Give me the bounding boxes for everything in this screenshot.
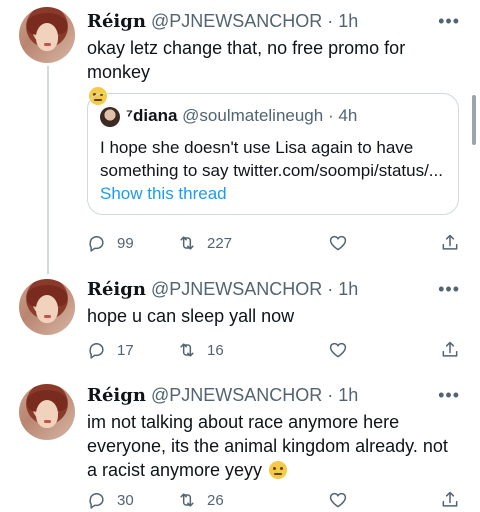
share-button[interactable]	[440, 231, 460, 255]
more-options-icon[interactable]: •••	[438, 384, 460, 406]
share-icon	[442, 341, 458, 357]
retweet-icon	[180, 236, 194, 250]
tweet-header: Réign @PJNEWSANCHOR · 1h	[87, 384, 358, 407]
reply-count: 17	[117, 341, 134, 359]
share-button[interactable]	[440, 338, 460, 362]
more-options-icon[interactable]: •••	[438, 278, 460, 300]
author-handle[interactable]: @PJNEWSANCHOR	[151, 11, 322, 31]
retweet-icon	[180, 343, 194, 357]
separator-dot: ·	[327, 106, 334, 125]
tweet-actions: 99 227	[87, 231, 467, 255]
tweet-text-content: im not talking about race anymore here e…	[87, 412, 448, 480]
more-options-icon[interactable]: •••	[438, 10, 460, 32]
avatar[interactable]	[19, 384, 75, 440]
frowning-face-icon	[269, 461, 288, 479]
thread-connector-line	[47, 66, 49, 274]
quoted-avatar	[100, 107, 120, 127]
heart-icon	[329, 342, 347, 358]
reply-count: 30	[117, 491, 134, 509]
separator-dot: ·	[327, 385, 334, 405]
scrollbar[interactable]	[472, 95, 476, 145]
reply-count: 99	[117, 234, 134, 252]
tweet-actions: 30 26	[87, 488, 467, 512]
quoted-author-handle: @soulmatelineugh	[182, 106, 324, 125]
reply-button[interactable]: 99	[87, 231, 134, 255]
avatar[interactable]	[19, 7, 75, 63]
timestamp[interactable]: 1h	[338, 279, 358, 299]
retweet-count: 26	[207, 491, 224, 509]
retweet-icon	[180, 493, 194, 507]
tweet-header: Réign @PJNEWSANCHOR · 1h	[87, 10, 358, 33]
author-handle[interactable]: @PJNEWSANCHOR	[151, 279, 322, 299]
quoted-timestamp: 4h	[338, 106, 358, 125]
tweet-text: hope u can sleep yall now	[87, 306, 295, 326]
like-button[interactable]	[328, 231, 358, 255]
timestamp[interactable]: 1h	[338, 385, 358, 405]
tweet-actions: 17 16	[87, 338, 467, 362]
reply-icon	[89, 236, 104, 252]
quoted-tweet[interactable]: ⁷diana @soulmatelineugh · 4h I hope she …	[87, 93, 459, 215]
retweet-button[interactable]: 26	[177, 488, 224, 512]
share-icon	[442, 491, 458, 507]
timestamp[interactable]: 1h	[338, 11, 358, 31]
avatar[interactable]	[19, 279, 75, 335]
quoted-header: ⁷diana @soulmatelineugh · 4h	[126, 106, 357, 126]
retweet-count: 227	[207, 234, 233, 252]
like-button[interactable]	[328, 488, 358, 512]
tweet-header: Réign @PJNEWSANCHOR · 1h	[87, 278, 358, 301]
reply-button[interactable]: 30	[87, 488, 134, 512]
tweet-text-content: okay letz change that, no free promo for…	[87, 38, 406, 82]
author-name[interactable]: Réign	[87, 11, 146, 32]
like-button[interactable]	[328, 338, 358, 362]
heart-icon	[329, 235, 347, 251]
show-thread-link[interactable]: Show this thread	[100, 184, 227, 204]
share-icon	[442, 234, 458, 250]
author-handle[interactable]: @PJNEWSANCHOR	[151, 385, 322, 405]
share-button[interactable]	[440, 488, 460, 512]
retweet-button[interactable]: 16	[177, 338, 224, 362]
reply-icon	[89, 493, 104, 509]
quoted-author-name: ⁷diana	[126, 106, 178, 125]
author-name[interactable]: Réign	[87, 385, 146, 406]
reply-button[interactable]: 17	[87, 338, 134, 362]
retweet-count: 16	[207, 341, 224, 359]
tweet-text: im not talking about race anymore here e…	[87, 410, 462, 482]
separator-dot: ·	[327, 11, 334, 31]
reply-icon	[89, 343, 104, 359]
quoted-text: I hope she doesn't use Lisa again to hav…	[100, 138, 443, 180]
heart-icon	[329, 492, 347, 508]
retweet-button[interactable]: 227	[177, 231, 232, 255]
separator-dot: ·	[327, 279, 334, 299]
author-name[interactable]: Réign	[87, 279, 146, 300]
